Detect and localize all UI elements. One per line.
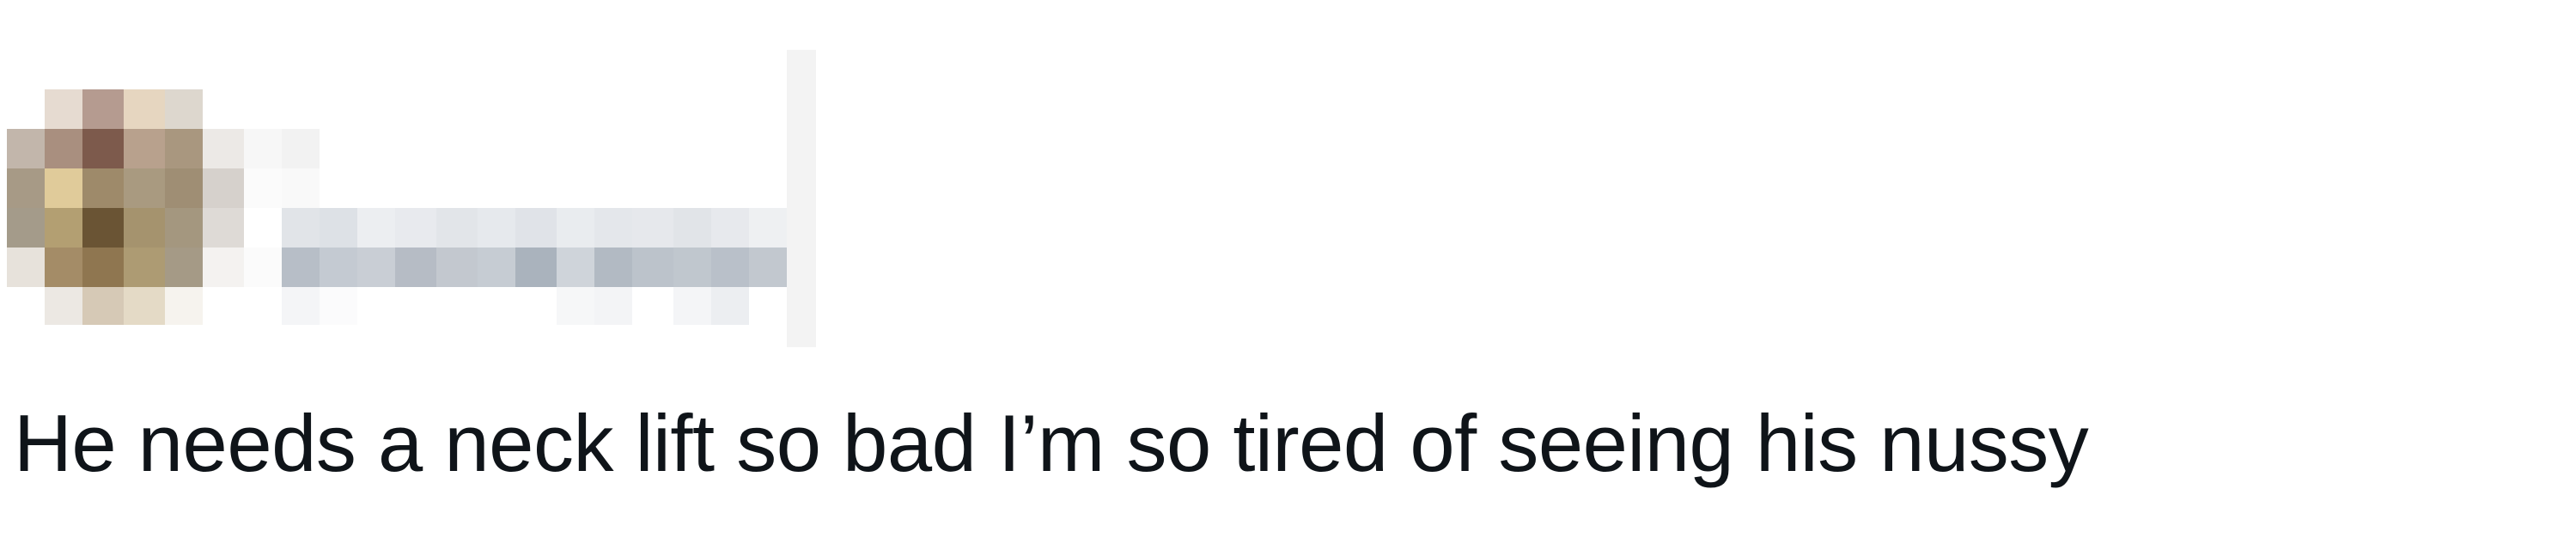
redacted-author-pixelation — [7, 50, 816, 347]
avatar[interactable] — [7, 89, 320, 325]
author-row[interactable] — [0, 50, 825, 347]
redaction-edge — [787, 50, 816, 347]
redacted-handle — [282, 248, 787, 325]
tweet-card: He needs a neck lift so bad I’m so tired… — [0, 0, 2576, 544]
redacted-display-name — [282, 208, 787, 248]
tweet-text: He needs a neck lift so bad I’m so tired… — [14, 398, 2089, 488]
